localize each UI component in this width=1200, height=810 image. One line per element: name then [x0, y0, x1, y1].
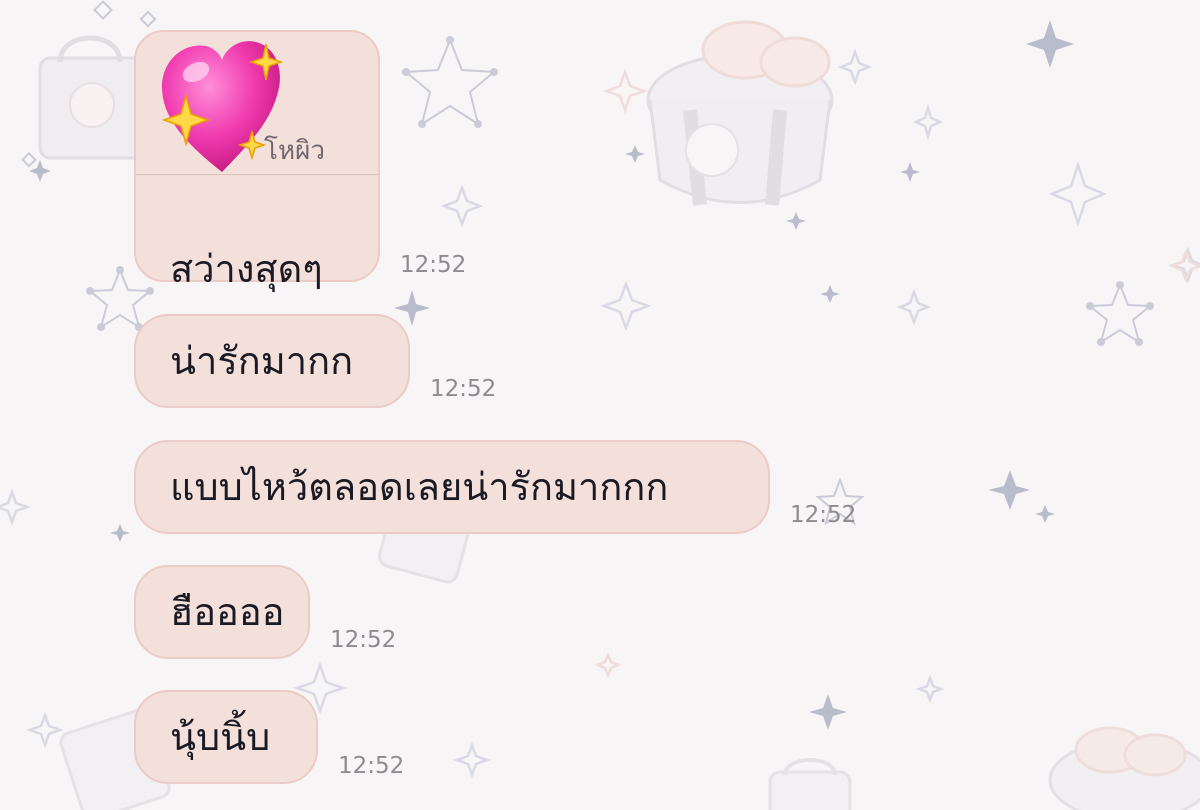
message-bubble[interactable]: แบบไหว้ตลอดเลยน่ารักมากกก [134, 440, 770, 534]
message-timestamp: 12:52 [400, 252, 467, 278]
message-text: แบบไหว้ตลอดเลยน่ารักมากกก [170, 465, 669, 509]
chat-message-list: โหผิว สว่างสุดๆ 12:52 น่ารักมากก 12:52 แ… [0, 0, 1200, 810]
reply-quote[interactable]: โหผิว [136, 32, 378, 175]
message-text: ฮืออออ [170, 590, 285, 634]
message-timestamp: 12:52 [338, 753, 405, 779]
message-bubble-reply[interactable]: โหผิว สว่างสุดๆ [134, 30, 380, 288]
message-text: น่ารักมากก [170, 339, 354, 383]
message-timestamp: 12:52 [430, 376, 497, 402]
message-text: นุ้บนิ้บ [170, 715, 271, 759]
message-bubble[interactable]: นุ้บนิ้บ [134, 690, 318, 784]
message-timestamp: 12:52 [330, 627, 397, 653]
message-bubble[interactable]: ฮืออออ [134, 565, 310, 659]
message-bubble[interactable]: น่ารักมากก [134, 314, 410, 408]
message-text: สว่างสุดๆ [170, 247, 323, 291]
message-timestamp: 12:52 [790, 502, 857, 528]
reply-quote-text: โหผิว [264, 136, 325, 166]
